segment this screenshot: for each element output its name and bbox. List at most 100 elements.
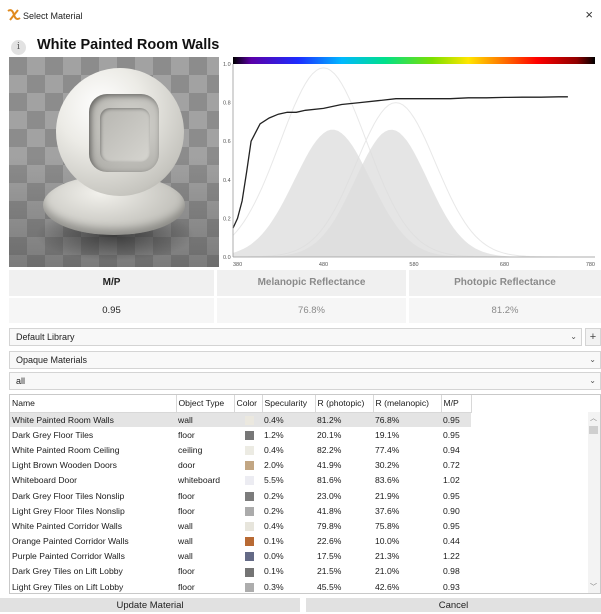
chevron-down-icon: ⌄ — [570, 332, 577, 341]
cell-object-type: ceiling — [178, 444, 203, 455]
app-logo-icon — [7, 9, 21, 21]
scroll-down-icon[interactable]: ﹀ — [590, 582, 597, 592]
column-header-mp[interactable]: M/P — [441, 395, 472, 413]
library-select[interactable]: Default Library ⌄ — [9, 328, 582, 346]
cell-name: Light Brown Wooden Doors — [12, 460, 117, 471]
y-tick-label: 0.4 — [223, 178, 231, 184]
y-tick-label: 0.2 — [223, 216, 231, 222]
material-preview-render — [9, 57, 219, 267]
cell-r-photopic: 23.0% — [317, 490, 342, 501]
table-row[interactable]: White Painted Room Ceiling ceiling 0.4% 82.… — [10, 442, 471, 457]
cell-r-melanopic: 77.4% — [375, 444, 400, 455]
close-icon[interactable]: × — [585, 8, 593, 22]
table-row[interactable]: Orange Painted Corridor Walls wall 0.1% 22.… — [10, 534, 471, 549]
cell-specularity: 1.2% — [264, 429, 284, 440]
cell-name: Dark Grey Floor Tiles — [12, 429, 94, 440]
x-tick-label: 380 — [233, 262, 242, 268]
cell-r-melanopic: 19.1% — [375, 429, 400, 440]
spectral-reflectance-chart: 380 480 580 680 780 0.0 0.2 0.4 0.6 0.8 1.0 — [223, 57, 595, 268]
spectrum-color-bar — [233, 57, 595, 64]
cell-specularity: 0.4% — [262, 412, 315, 428]
table-row[interactable]: Light Brown Wooden Doors door 2.0% 41.9% 30.… — [10, 458, 471, 473]
cancel-button[interactable]: Cancel — [306, 598, 601, 612]
column-header-name[interactable]: Name — [10, 395, 177, 413]
cell-name: White Painted Room Ceiling — [12, 444, 120, 455]
cell-color — [234, 473, 262, 488]
table-row[interactable]: Dark Grey Tiles on Lift Lobby floor 0.1% 21… — [10, 564, 471, 579]
column-header-color[interactable]: Color — [234, 395, 263, 413]
y-tick-label: 0.8 — [223, 101, 231, 107]
color-swatch — [245, 446, 254, 456]
mp-value: 0.95 — [9, 298, 214, 323]
color-swatch — [245, 582, 254, 592]
color-swatch — [245, 491, 254, 501]
table-row[interactable]: Dark Grey Floor Tiles floor 1.2% 20.1% 19.1%… — [10, 427, 471, 442]
cell-color — [234, 549, 262, 564]
color-swatch — [245, 552, 254, 562]
table-row[interactable]: Whiteboard Door whiteboard 5.5% 81.6% 83.6% 1… — [10, 473, 471, 488]
melanopic-reflectance-header: Melanopic Reflectance — [217, 270, 406, 296]
cell-color — [234, 488, 262, 503]
mp-header: M/P — [9, 270, 214, 296]
cell-specularity: 2.0% — [264, 460, 284, 471]
cell-object-type: floor — [178, 581, 195, 592]
cell-specularity: 0.3% — [264, 581, 284, 592]
cell-name: White Painted Room Walls — [10, 412, 176, 428]
cell-r-photopic: 81.6% — [317, 475, 342, 486]
color-swatch — [245, 461, 254, 471]
column-header-r-photopic[interactable]: R (photopic) — [315, 395, 374, 413]
info-icon[interactable]: i — [11, 40, 26, 55]
cell-specularity: 0.4% — [264, 520, 284, 531]
cell-color — [234, 503, 262, 518]
cell-object-type: wall — [178, 520, 193, 531]
cell-r-photopic: 79.8% — [317, 520, 342, 531]
table-row[interactable]: Dark Grey Floor Tiles Nonslip floor 0.2% 23… — [10, 488, 471, 503]
cell-r-photopic: 81.2% — [315, 412, 373, 428]
cell-color — [234, 427, 262, 442]
table-row[interactable]: Light Grey Tiles on Lift Lobby floor 0.3% 4… — [10, 579, 471, 593]
scroll-up-icon[interactable]: ︿ — [590, 413, 597, 423]
column-header-object-type[interactable]: Object Type — [176, 395, 235, 413]
table-scrollbar[interactable]: ︿ ﹀ — [588, 412, 600, 593]
add-library-button[interactable]: + — [585, 328, 601, 346]
cell-name: Light Grey Floor Tiles Nonslip — [12, 505, 125, 516]
materials-table: Name Object Type Color Specularity R (ph… — [9, 394, 601, 594]
column-header-specularity[interactable]: Specularity — [262, 395, 316, 413]
table-row[interactable]: Purple Painted Corridor Walls wall 0.0% 17.… — [10, 549, 471, 564]
category-select[interactable]: Opaque Materials ⌄ — [9, 351, 601, 369]
table-row[interactable]: Light Grey Floor Tiles Nonslip floor 0.2% 4… — [10, 503, 471, 518]
library-select-value: Default Library — [16, 332, 75, 342]
scrollbar-thumb[interactable] — [589, 426, 598, 434]
photopic-reflectance-value: 81.2% — [409, 298, 601, 323]
cell-specularity: 0.1% — [264, 536, 284, 547]
table-row[interactable]: White Painted Corridor Walls wall 0.4% 79.8… — [10, 518, 471, 533]
cell-name: Light Grey Tiles on Lift Lobby — [12, 581, 124, 592]
cell-mp: 0.93 — [443, 581, 460, 592]
cell-r-melanopic: 21.0% — [375, 566, 400, 577]
subset-select[interactable]: all ⌄ — [9, 372, 601, 390]
cell-name: Purple Painted Corridor Walls — [12, 551, 125, 562]
y-tick-label: 0.0 — [223, 255, 231, 261]
material-title: White Painted Room Walls — [37, 37, 220, 53]
cell-mp: 0.95 — [443, 520, 460, 531]
color-swatch — [245, 415, 254, 425]
column-header-r-melanopic[interactable]: R (melanopic) — [373, 395, 442, 413]
cell-r-melanopic: 42.6% — [375, 581, 400, 592]
cell-r-photopic: 21.5% — [317, 566, 342, 577]
cell-mp: 0.98 — [443, 566, 460, 577]
cell-mp: 0.95 — [441, 412, 471, 428]
cell-r-photopic: 22.6% — [317, 536, 342, 547]
cell-specularity: 0.4% — [264, 444, 284, 455]
update-material-button[interactable]: Update Material — [0, 598, 300, 612]
cell-object-type: wall — [176, 412, 234, 428]
x-tick-label: 780 — [586, 262, 595, 268]
cell-r-photopic: 41.9% — [317, 460, 342, 471]
cell-object-type: wall — [178, 536, 193, 547]
cell-name: Dark Grey Tiles on Lift Lobby — [12, 566, 123, 577]
cell-mp: 0.94 — [443, 444, 460, 455]
cell-r-melanopic: 21.9% — [375, 490, 400, 501]
cell-mp: 0.95 — [443, 429, 460, 440]
cell-mp: 0.72 — [443, 460, 460, 471]
cell-specularity: 0.2% — [264, 490, 284, 501]
table-row[interactable]: White Painted Room Walls wall 0.4% 81.2% 76.… — [10, 412, 471, 428]
